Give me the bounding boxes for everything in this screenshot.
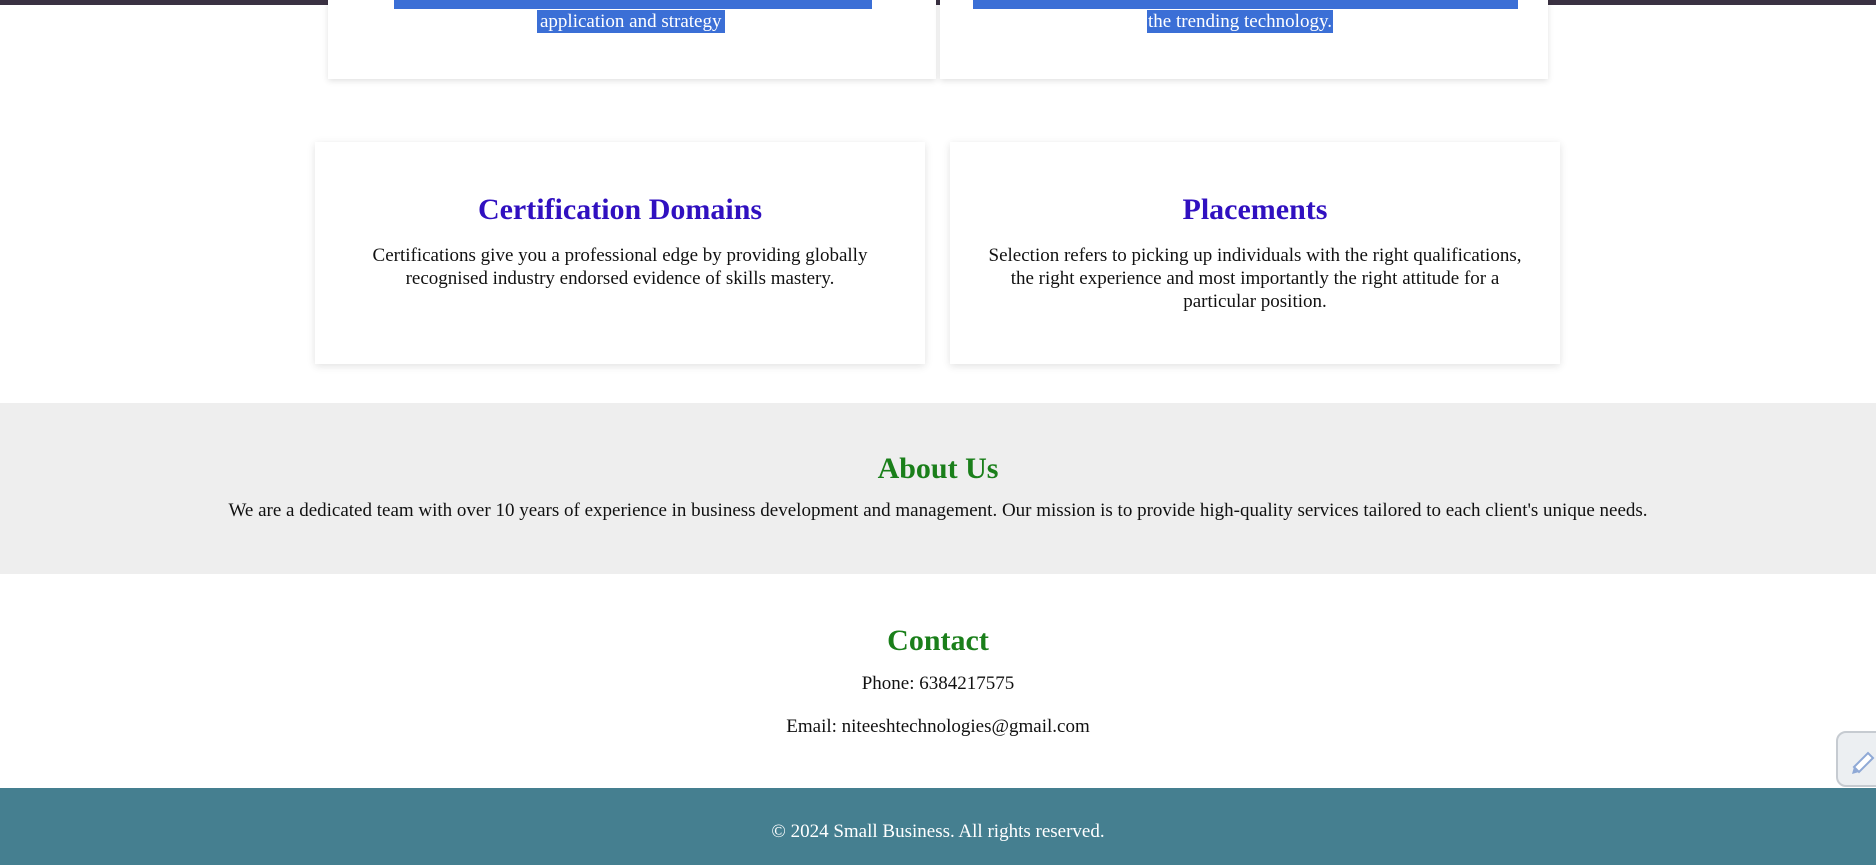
contact-heading: Contact [887,624,989,657]
contact-email: Email: niteeshtechnologies@gmail.com [786,716,1090,737]
service-card-text-line: application and strategy [537,10,725,33]
pencil-icon [1848,745,1876,780]
footer-copyright: © 2024 Small Business. All rights reserv… [771,821,1105,842]
about-heading: About Us [877,452,999,485]
contact-section: Contact Phone: 6384217575 Email: niteesh… [0,574,1876,788]
page-footer: © 2024 Small Business. All rights reserv… [0,788,1876,865]
card-title: Placements [1182,193,1328,226]
selected-text-cut [394,0,872,9]
selected-text-cut [973,0,1518,9]
service-card-placements: Placements Selection refers to picking u… [950,142,1560,364]
contact-phone: Phone: 6384217575 [861,673,1015,694]
service-card-certification: Certification Domains Certifications giv… [315,142,925,364]
card-text: Certifications give you a professional e… [372,245,868,289]
about-text: We are a dedicated team with over 10 yea… [228,500,1648,521]
window-top-bar [0,0,1876,5]
service-card-text-line: the trending technology. [1147,10,1333,33]
about-section: About Us We are a dedicated team with ov… [0,403,1876,574]
card-text: Selection refers to picking up individua… [988,245,1522,312]
card-title: Certification Domains [477,193,763,226]
service-card-top-right: the trending technology. [940,0,1548,79]
floating-edit-button[interactable] [1836,731,1876,787]
service-card-top-left: application and strategy [328,0,936,79]
